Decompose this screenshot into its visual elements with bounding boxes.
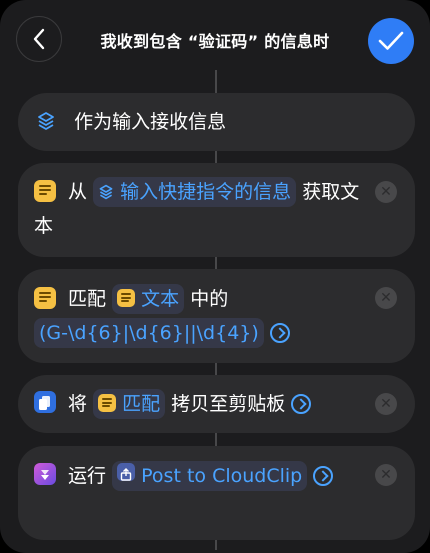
automation-title: 我收到包含 “验证码” 的信息时: [100, 32, 330, 51]
text-action-icon: [34, 287, 56, 309]
close-icon: ✕: [380, 396, 392, 412]
shortcut-name-label: Post to CloudClip: [141, 465, 303, 487]
action-card-run-shortcut[interactable]: 运行 Post to CloudClip ✕: [18, 446, 415, 540]
shortcuts-app-icon: [34, 463, 56, 485]
shortcut-editor: 我收到包含 “验证码” 的信息时 作为输入接收信息 从 输入快捷指令的信息 获取…: [0, 0, 430, 553]
trigger-label: 作为输入接收信息: [74, 111, 227, 133]
action-4-verb: 运行: [68, 465, 107, 487]
action-2-mid: 中的: [190, 288, 229, 310]
remove-action-button[interactable]: ✕: [375, 287, 397, 309]
trigger-card[interactable]: 作为输入接收信息: [18, 93, 415, 151]
text-action-icon: [34, 180, 56, 202]
checkmark-icon: [378, 31, 404, 50]
share-shortcut-icon: [117, 463, 136, 481]
input-variable-token[interactable]: 输入快捷指令的信息: [93, 177, 297, 207]
expand-options-icon[interactable]: [269, 323, 290, 343]
match-variable-label: 匹配: [122, 393, 161, 415]
action-1-prefix: 从: [68, 181, 88, 203]
layers-input-icon: [99, 184, 113, 200]
close-icon: ✕: [380, 290, 392, 306]
action-card-copy-clipboard[interactable]: 将 匹配 拷贝至剪贴板 ✕: [18, 375, 415, 433]
close-icon: ✕: [380, 467, 392, 483]
expand-options-icon[interactable]: [291, 394, 312, 414]
match-variable-token[interactable]: 匹配: [93, 389, 166, 419]
action-3-verb: 将: [68, 393, 88, 415]
done-button[interactable]: [368, 18, 414, 64]
text-variable-icon: [117, 289, 136, 307]
action-card-get-text[interactable]: 从 输入快捷指令的信息 获取文本 ✕: [18, 163, 415, 257]
clipboard-action-icon: [34, 391, 56, 413]
action-card-match-text[interactable]: 匹配 文本 中的 (G-\d{6}|\d{6}||\d{4}) ✕: [18, 269, 415, 363]
close-icon: ✕: [380, 184, 392, 200]
action-2-verb: 匹配: [68, 288, 107, 310]
text-variable-icon: [98, 394, 117, 412]
layers-input-icon: [38, 112, 54, 130]
regex-pattern-field[interactable]: (G-\d{6}|\d{6}||\d{4}): [34, 318, 264, 348]
remove-action-button[interactable]: ✕: [375, 393, 397, 415]
back-button[interactable]: [16, 16, 62, 62]
remove-action-button[interactable]: ✕: [375, 181, 397, 203]
text-variable-label: 文本: [141, 288, 180, 310]
chevron-left-icon: [33, 28, 45, 50]
text-variable-token[interactable]: 文本: [112, 284, 185, 314]
shortcut-name-token[interactable]: Post to CloudClip: [112, 461, 308, 491]
remove-action-button[interactable]: ✕: [375, 464, 397, 486]
action-3-suffix: 拷贝至剪贴板: [171, 393, 286, 415]
input-variable-label: 输入快捷指令的信息: [120, 181, 292, 203]
expand-options-icon[interactable]: [313, 466, 334, 486]
